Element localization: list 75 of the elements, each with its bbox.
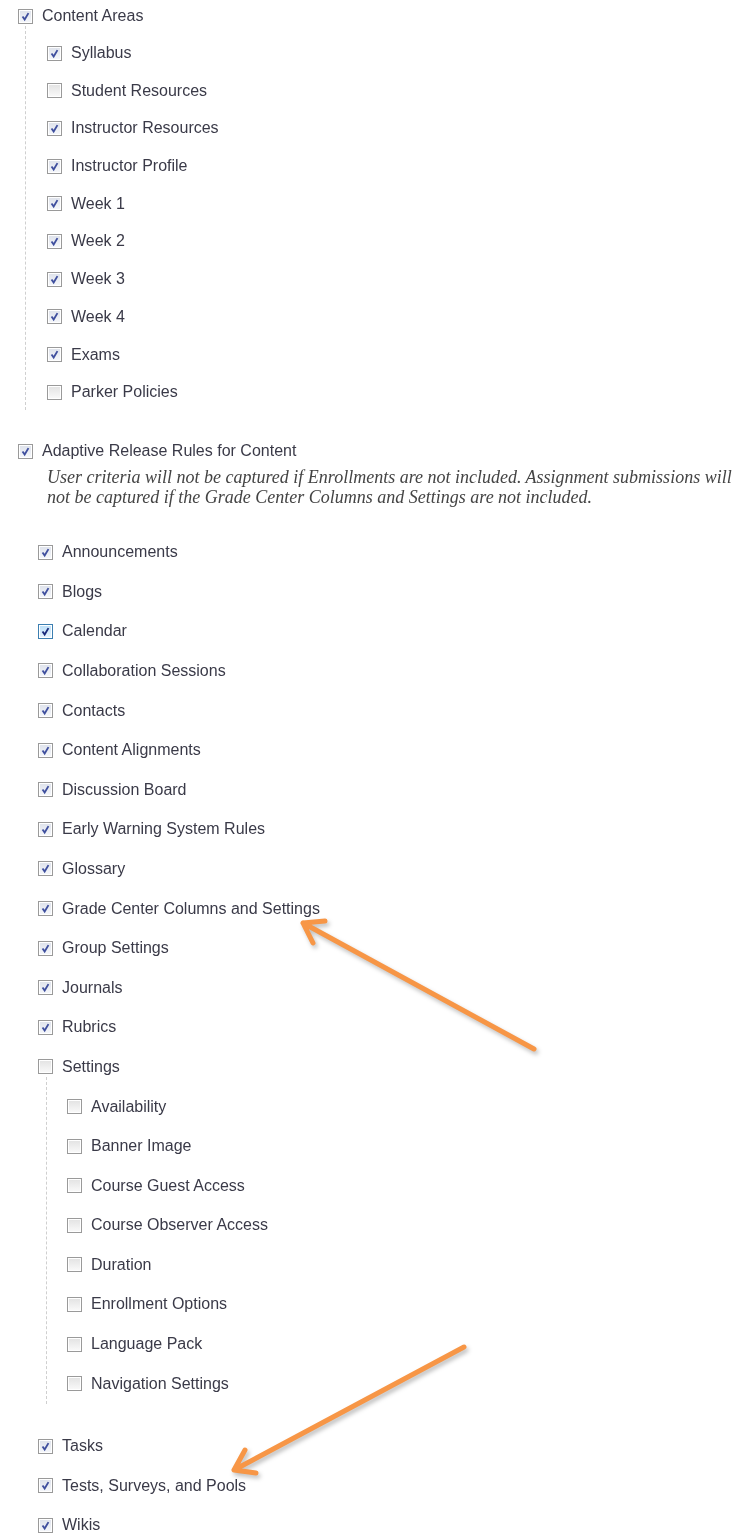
checkbox-label[interactable]: Duration — [91, 1255, 152, 1273]
checkbox[interactable] — [38, 940, 53, 956]
checkbox[interactable] — [67, 1376, 82, 1392]
checkbox[interactable] — [47, 196, 62, 212]
checkbox-label[interactable]: Course Observer Access — [91, 1216, 268, 1234]
checkbox-label[interactable]: Blogs — [62, 582, 103, 600]
checkbox-label[interactable]: Journals — [62, 978, 123, 996]
checkbox-label[interactable]: Syllabus — [71, 44, 132, 61]
checkbox[interactable] — [38, 544, 53, 560]
checkbox-label[interactable]: Course Guest Access — [91, 1176, 245, 1194]
checkbox[interactable] — [67, 1336, 82, 1352]
checkbox[interactable] — [47, 384, 62, 400]
checkbox-label[interactable]: Banner Image — [91, 1137, 192, 1155]
checkbox[interactable] — [38, 861, 53, 877]
checkbox-label[interactable]: Calendar — [62, 622, 127, 640]
checkbox[interactable] — [18, 443, 33, 459]
checkbox-label[interactable]: Discussion Board — [62, 780, 187, 798]
checkbox-label[interactable]: Content Areas — [42, 7, 144, 24]
checkbox[interactable] — [38, 623, 53, 639]
checkbox[interactable] — [38, 1478, 53, 1494]
checkbox-label[interactable]: Group Settings — [62, 939, 169, 957]
checkbox-label[interactable]: Tasks — [62, 1437, 103, 1455]
checkbox-label[interactable]: Week 1 — [71, 194, 125, 212]
checkbox-label[interactable]: Week 4 — [71, 307, 125, 325]
checkbox-label[interactable]: Instructor Profile — [71, 157, 188, 175]
checkbox[interactable] — [38, 1019, 53, 1035]
checkbox-label[interactable]: Contacts — [62, 701, 126, 719]
checkbox[interactable] — [67, 1178, 82, 1194]
checkbox-label[interactable]: Student Resources — [71, 81, 208, 99]
checkbox-label[interactable]: Tests, Surveys, and Pools — [62, 1476, 247, 1494]
checkbox[interactable] — [47, 347, 62, 362]
checkbox-label[interactable]: Enrollment Options — [91, 1295, 228, 1313]
checkbox-label[interactable]: Parker Policies — [71, 383, 178, 401]
checkbox[interactable] — [18, 8, 33, 24]
checkbox[interactable] — [47, 233, 62, 249]
checkbox[interactable] — [38, 821, 53, 837]
checkbox[interactable] — [38, 663, 53, 679]
checkbox[interactable] — [47, 120, 62, 136]
checkbox[interactable] — [47, 83, 62, 99]
checkbox-label[interactable]: Navigation Settings — [91, 1374, 229, 1392]
checkbox-label[interactable]: Glossary — [62, 859, 126, 877]
checkbox-label[interactable]: Content Alignments — [62, 741, 201, 759]
checkbox-label[interactable]: Announcements — [62, 543, 178, 561]
checkbox[interactable] — [38, 584, 53, 600]
checkbox[interactable] — [38, 703, 53, 719]
checkbox[interactable] — [67, 1217, 82, 1233]
checkbox-label[interactable]: Week 2 — [71, 232, 125, 250]
checkbox-label[interactable]: Exams — [71, 345, 120, 363]
checkbox-label[interactable]: Adaptive Release Rules for Content — [42, 442, 297, 460]
checkbox-label[interactable]: Wikis — [62, 1516, 101, 1534]
checkbox-label[interactable]: Language Pack — [91, 1335, 203, 1353]
checkbox-label[interactable]: Availability — [91, 1097, 167, 1115]
checkbox[interactable] — [38, 901, 53, 917]
checkbox[interactable] — [47, 271, 62, 287]
checkbox[interactable] — [38, 782, 53, 798]
checkbox-label[interactable]: Grade Center Columns and Settings — [62, 899, 320, 917]
checkbox-label[interactable]: Settings — [62, 1057, 120, 1075]
checkbox[interactable] — [47, 45, 62, 61]
checkbox-label[interactable]: Week 3 — [71, 270, 125, 288]
checkbox[interactable] — [38, 742, 53, 758]
checkbox-label[interactable]: Instructor Resources — [71, 119, 219, 137]
checkbox-label[interactable]: Rubrics — [62, 1018, 117, 1036]
help-text: User criteria will not be captured if Enrollments are not included. Assignment submissions will not be captured if the Grade Center Columns and Settings are not included. — [47, 467, 733, 508]
checkbox[interactable] — [38, 1517, 53, 1533]
checkbox[interactable] — [67, 1296, 82, 1312]
checkbox[interactable] — [38, 1438, 53, 1454]
checkbox-label[interactable]: Early Warning System Rules — [62, 820, 266, 838]
checkbox[interactable] — [67, 1257, 82, 1273]
checkbox[interactable] — [47, 309, 62, 325]
checkbox[interactable] — [38, 1059, 53, 1075]
checkbox[interactable] — [67, 1099, 82, 1114]
checkbox[interactable] — [38, 980, 53, 996]
checkbox[interactable] — [47, 158, 62, 174]
checkbox[interactable] — [67, 1138, 82, 1154]
checkbox-label[interactable]: Collaboration Sessions — [62, 661, 226, 679]
